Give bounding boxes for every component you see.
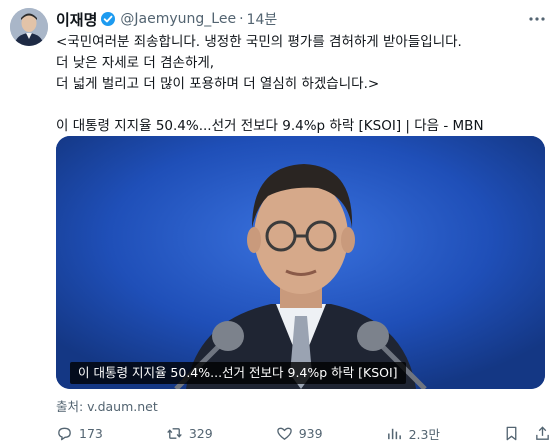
separator-dot: · [239,11,244,27]
verified-badge-icon [100,11,116,27]
avatar[interactable] [10,8,48,46]
repost-icon [167,427,182,439]
reply-icon [58,427,71,440]
repost-button[interactable]: 329 [166,425,213,442]
bookmark-button[interactable] [503,425,520,442]
heart-icon [276,427,292,440]
avatar-image [10,8,48,46]
post-text: <국민여러분 죄송합니다. 냉정한 국민의 평가를 겸허하게 받아들입니다. 더… [56,34,484,134]
author-name[interactable]: 이재명 [56,9,97,30]
repost-count: 329 [188,425,213,441]
post-time[interactable]: 14분 [247,9,278,29]
views-chart-icon [387,428,401,439]
share-icon [536,425,549,440]
reply-button[interactable]: 173 [56,425,103,442]
share-button[interactable] [534,425,551,442]
like-count: 939 [298,425,323,441]
link-source[interactable]: 출처: v.daum.net [56,396,158,415]
more-options-icon[interactable] [528,10,546,32]
bookmark-icon [506,426,517,440]
media-caption: 이 대통령 지지율 50.4%...선거 전보다 9.4%p 하락 [KSOI] [70,362,406,384]
views-count: 2.3만 [408,426,440,442]
secondary-actions [503,425,551,442]
views-button[interactable]: 2.3만 [386,424,440,443]
author-handle[interactable]: @Jaemyung_Lee [120,11,236,27]
like-button[interactable]: 939 [276,425,323,442]
media-card[interactable] [56,136,545,389]
post-header: 이재명 @Jaemyung_Lee · 14분 [56,9,277,29]
action-bar: 173 329 939 2.3만 [56,424,551,442]
media-image [56,136,545,389]
reply-count: 173 [79,425,103,441]
